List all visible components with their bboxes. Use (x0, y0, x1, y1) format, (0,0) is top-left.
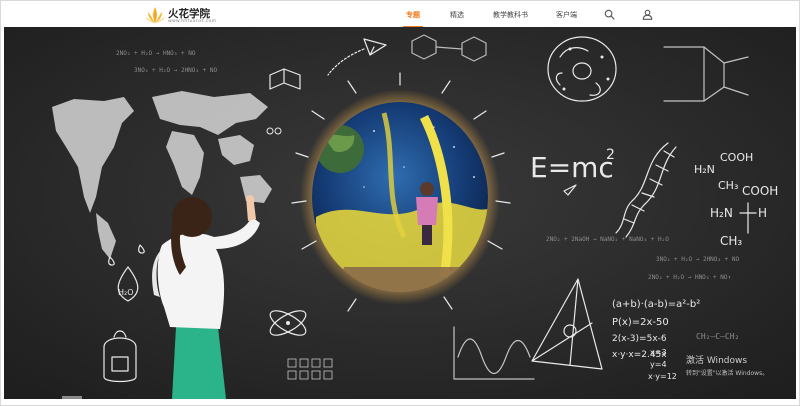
formula-exponent: 2 (606, 147, 615, 163)
formula-emc2: E=mc (530, 151, 614, 184)
windows-activation-watermark: 激活 Windows 转到"设置"以激活 Windows。 (686, 353, 768, 377)
math-line-1: (a+b)·(a-b)=a²-b² (612, 299, 700, 310)
hero-banner[interactable]: 2NO₂ + H₂O → HNO₃ + NO 3NO₂ + H₂O → 2HNO… (4, 27, 796, 399)
chem-h2n-2: H₂N (710, 206, 733, 220)
watermark-title: 激活 Windows (686, 356, 748, 366)
chem-cooh-1: COOH (720, 151, 753, 164)
right-chem-formula: CH₂—C—CH₂ (696, 332, 739, 341)
site-logo[interactable]: 火花学院 www.hhtuanxt.com (144, 5, 224, 25)
chalkboard-illustration: 2NO₂ + H₂O → HNO₃ + NO 3NO₂ + H₂O → 2HNO… (4, 27, 796, 399)
math-line-6: y=4 (650, 360, 667, 369)
h2o-label: H₂O (118, 288, 134, 297)
math-line-7: x·y=12 (648, 372, 677, 381)
nav-item-client[interactable]: 客户端 (556, 10, 577, 20)
equation-top-2: 3NO₂ + H₂O → 2HNO₃ + NO (134, 67, 217, 74)
math-line-3: 2(x-3)=5x-6 (612, 334, 667, 344)
page-frame: 火花学院 www.hhtuanxt.com 专题 精选 教学教科书 客户端 2N… (0, 0, 800, 406)
brand-subtitle: www.hhtuanxt.com (168, 19, 217, 24)
top-navigation: 火花学院 www.hhtuanxt.com 专题 精选 教学教科书 客户端 (2, 2, 798, 28)
equation-top-1: 2NO₂ + H₂O → HNO₃ + NO (116, 50, 196, 57)
search-icon[interactable] (604, 9, 615, 20)
chem-ch3-1: CH₃ (718, 179, 738, 192)
math-line-5: x=3 (650, 348, 667, 357)
watermark-subtitle: 转到"设置"以激活 Windows。 (686, 370, 769, 377)
banner-scroll-indicator[interactable] (62, 396, 82, 399)
equation-mid-2: 3NO₂ + H₂O → 2HNO₃ + NO (656, 256, 739, 263)
equation-mid-1: 2NO₂ + 2NaOH → NaNO₂ + NaNO₃ + H₂O (546, 236, 669, 243)
nav-item-featured[interactable]: 精选 (450, 10, 464, 20)
user-icon[interactable] (642, 9, 653, 20)
chem-h: H (758, 206, 767, 220)
flame-logo-icon (145, 7, 165, 23)
math-line-2: P(x)=2x-50 (612, 317, 669, 328)
nav-item-textbooks[interactable]: 教学教科书 (493, 10, 528, 20)
equation-mid-3: 2NO₂ + H₂O → HNO₃ + NO↑ (648, 274, 731, 281)
chem-h2n-1: H₂N (694, 163, 715, 176)
chem-ch3-2: CH₃ (720, 234, 742, 248)
nav-item-topics[interactable]: 专题 (403, 10, 423, 28)
